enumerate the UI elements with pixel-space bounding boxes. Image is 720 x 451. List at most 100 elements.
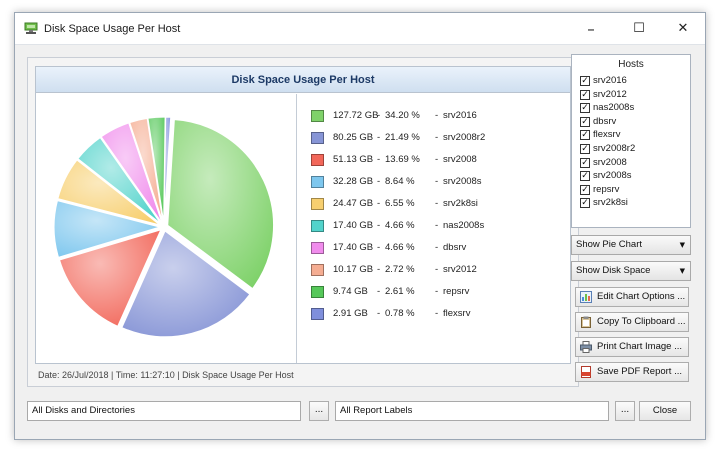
checkbox-icon[interactable]: ✓: [580, 116, 590, 127]
legend-swatch: [311, 242, 324, 254]
legend-host: srv2008: [443, 154, 477, 165]
host-label: srv2k8si: [593, 197, 628, 209]
checkbox-icon[interactable]: ✓: [580, 198, 590, 209]
legend-entry: 9.74 GB 2.61 % repsrv - -: [311, 284, 561, 300]
legend-entry: 32.28 GB 8.64 % srv2008s - -: [311, 174, 561, 190]
legend-entry: 24.47 GB 6.55 % srv2k8si - -: [311, 196, 561, 212]
legend-separator: -: [435, 308, 439, 319]
edit-chart-options-label: Edit Chart Options ...: [597, 291, 686, 302]
metric-select[interactable]: Show Disk Space ▼: [571, 261, 691, 281]
host-checkbox-item[interactable]: ✓ srv2k8si: [580, 197, 688, 210]
legend-host: srv2012: [443, 264, 477, 275]
legend-host: srv2k8si: [443, 198, 478, 209]
host-checkbox-item[interactable]: ✓ srv2012: [580, 89, 688, 102]
report-labels-input[interactable]: All Report Labels: [335, 401, 609, 421]
host-checkbox-item[interactable]: ✓ srv2016: [580, 75, 688, 88]
chart-frame: Disk Space Usage Per Host 127.72 GB 34.20…: [35, 66, 571, 364]
clipboard-icon: [581, 316, 591, 328]
minimize-button[interactable]: –: [571, 17, 611, 41]
checkbox-icon[interactable]: ✓: [580, 103, 590, 114]
checkbox-icon[interactable]: ✓: [580, 184, 590, 195]
legend-size: 127.72 GB: [333, 110, 379, 121]
legend-host: dbsrv: [443, 242, 467, 253]
app-icon: [24, 22, 38, 34]
legend-separator: -: [435, 176, 439, 187]
scope-browse-button[interactable]: ...: [309, 401, 329, 421]
pdf-icon: [581, 366, 591, 378]
host-checkbox-item[interactable]: ✓ repsrv: [580, 184, 688, 197]
save-pdf-report-button[interactable]: Save PDF Report ...: [575, 362, 689, 382]
legend-separator: -: [377, 198, 381, 209]
host-checkbox-item[interactable]: ✓ srv2008s: [580, 170, 688, 183]
legend-separator: -: [377, 308, 381, 319]
legend-size: 9.74 GB: [333, 286, 368, 297]
legend-size: 80.25 GB: [333, 132, 374, 143]
checkbox-icon[interactable]: ✓: [580, 171, 590, 182]
chart-status-bar: Date: 26/Jul/2018 | Time: 11:27:10 | Dis…: [38, 370, 294, 380]
legend-separator: -: [435, 286, 439, 297]
legend-separator: -: [377, 176, 381, 187]
labels-browse-button[interactable]: ...: [615, 401, 635, 421]
legend-percent: 2.72 %: [385, 264, 415, 275]
chart-area: Disk Space Usage Per Host 127.72 GB 34.20…: [27, 57, 579, 387]
copy-to-clipboard-label: Copy To Clipboard ...: [597, 316, 686, 327]
legend-separator: -: [435, 220, 439, 231]
legend-host: srv2016: [443, 110, 477, 121]
legend-entry: 10.17 GB 2.72 % srv2012- -: [311, 262, 561, 278]
copy-to-clipboard-button[interactable]: Copy To Clipboard ...: [575, 312, 689, 332]
legend-swatch: [311, 308, 324, 320]
legend-swatch: [311, 220, 324, 232]
checkbox-icon[interactable]: ✓: [580, 130, 590, 141]
chevron-down-icon: ▼: [679, 241, 685, 249]
host-label: dbsrv: [593, 115, 617, 127]
legend-separator: -: [377, 286, 381, 297]
pie-panel: [36, 94, 295, 363]
checkbox-icon[interactable]: ✓: [580, 89, 590, 100]
close-window-button[interactable]: ✕: [663, 17, 703, 41]
legend-entry: 2.91 GB 0.78 % flexsrv - -: [311, 306, 561, 322]
legend-size: 17.40 GB: [333, 220, 374, 231]
legend-host: nas2008s: [443, 220, 485, 231]
legend-swatch: [311, 286, 324, 298]
window-title: Disk Space Usage Per Host: [44, 23, 181, 35]
legend-swatch: [311, 154, 324, 166]
title-bar[interactable]: Disk Space Usage Per Host – ☐ ✕: [15, 13, 705, 45]
close-button[interactable]: Close: [639, 401, 691, 421]
legend-entry: 17.40 GB 4.66 % dbsrv - -: [311, 240, 561, 256]
legend-entry: 127.72 GB 34.20 % srv2016- -: [311, 108, 561, 124]
legend-percent: 21.49 %: [385, 132, 420, 143]
chevron-down-icon: ▼: [679, 267, 685, 275]
legend-size: 32.28 GB: [333, 176, 374, 187]
print-chart-image-button[interactable]: Print Chart Image ...: [575, 337, 689, 357]
chart-options-icon: [580, 291, 592, 303]
legend-swatch: [311, 176, 324, 188]
maximize-button[interactable]: ☐: [619, 17, 659, 41]
host-checkbox-item[interactable]: ✓ srv2008r2: [580, 143, 688, 156]
legend-separator: -: [435, 132, 439, 143]
host-checkbox-item[interactable]: ✓ srv2008: [580, 157, 688, 170]
report-window: Disk Space Usage Per Host – ☐ ✕ Disk Spa…: [14, 12, 706, 440]
edit-chart-options-button[interactable]: Edit Chart Options ...: [575, 287, 689, 307]
host-label: srv2012: [593, 88, 627, 100]
legend-separator: -: [435, 242, 439, 253]
checkbox-icon[interactable]: ✓: [580, 144, 590, 154]
legend-swatch: [311, 110, 324, 122]
checkbox-icon[interactable]: ✓: [580, 76, 590, 86]
host-checkbox-item[interactable]: ✓ flexsrv: [580, 129, 688, 142]
scope-input[interactable]: All Disks and Directories: [27, 401, 301, 421]
checkbox-icon[interactable]: ✓: [580, 157, 590, 168]
legend-percent: 0.78 %: [385, 308, 415, 319]
legend-separator: -: [435, 154, 439, 165]
legend-separator: -: [377, 220, 381, 231]
legend-separator: -: [435, 198, 439, 209]
legend-host: srv2008r2: [443, 132, 486, 143]
metric-value: Show Disk Space: [576, 265, 651, 276]
chart-type-select[interactable]: Show Pie Chart ▼: [571, 235, 691, 255]
host-checkbox-item[interactable]: ✓ nas2008s: [580, 102, 688, 115]
host-checkbox-item[interactable]: ✓ dbsrv: [580, 116, 688, 129]
legend-percent: 4.66 %: [385, 220, 415, 231]
chart-legend: 127.72 GB 34.20 % srv2016- - 80.25 GB 21.49 %…: [296, 94, 570, 363]
legend-separator: -: [435, 110, 439, 121]
legend-separator: -: [377, 154, 381, 165]
hosts-list[interactable]: Hosts ✓ srv2016 ✓ srv2012 ✓ nas2008s ✓ dbsrv ✓ fl…: [571, 54, 691, 228]
